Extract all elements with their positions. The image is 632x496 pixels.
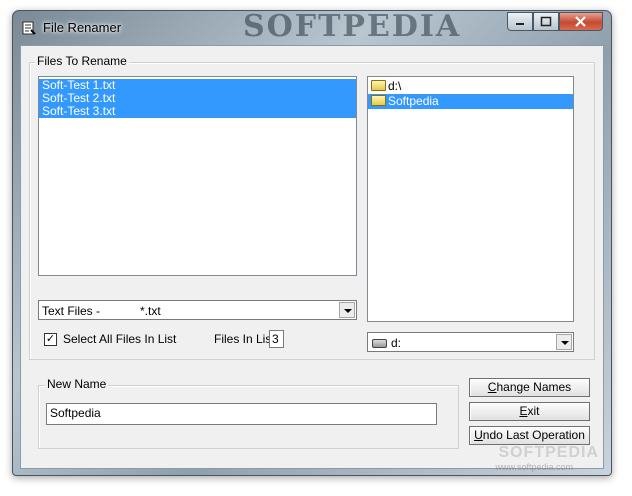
footer-watermark: SOFTPEDIA xyxy=(498,444,599,461)
drive-icon xyxy=(372,339,387,348)
list-item[interactable]: Soft-Test 3.txt xyxy=(39,105,356,118)
select-all-checkbox[interactable]: ✓ xyxy=(44,333,57,346)
maximize-button[interactable] xyxy=(533,12,559,31)
tree-item-label: Softpedia xyxy=(388,94,439,108)
tree-item-label: d:\ xyxy=(388,79,402,93)
chevron-down-icon[interactable] xyxy=(339,302,355,318)
drive-select[interactable]: d: xyxy=(367,332,574,352)
chevron-down-icon[interactable] xyxy=(556,334,572,350)
app-window: File Renamer SOFTPEDIA Files To Rename S… xyxy=(12,9,612,476)
minimize-button[interactable] xyxy=(507,12,533,31)
window-title: File Renamer xyxy=(43,20,122,35)
folder-tree[interactable]: d:\ Softpedia xyxy=(367,76,574,322)
change-names-button[interactable]: Change Names xyxy=(469,378,590,397)
new-name-group-label: New Name xyxy=(45,377,109,391)
close-button[interactable] xyxy=(559,12,603,31)
file-type-filter-select[interactable]: Text Files - *.txt xyxy=(38,300,357,320)
files-in-list-count: 3 xyxy=(269,330,284,348)
exit-button[interactable]: Exit xyxy=(469,402,590,421)
drive-select-value: d: xyxy=(372,336,401,350)
tree-item-softpedia[interactable]: Softpedia xyxy=(368,94,573,109)
folder-open-icon xyxy=(371,95,386,106)
file-listbox[interactable]: Soft-Test 1.txt Soft-Test 2.txt Soft-Tes… xyxy=(38,76,357,276)
new-name-input[interactable]: Softpedia xyxy=(46,403,437,425)
client-area: Files To Rename Soft-Test 1.txt Soft-Tes… xyxy=(20,45,604,472)
files-group-label: Files To Rename xyxy=(35,54,129,68)
maximize-icon xyxy=(540,16,552,27)
tree-item-root[interactable]: d:\ xyxy=(368,79,573,94)
title-watermark: SOFTPEDIA xyxy=(243,9,462,44)
close-icon xyxy=(575,16,586,27)
undo-last-operation-button[interactable]: Undo Last Operation xyxy=(469,426,590,445)
file-type-filter-value: Text Files - *.txt xyxy=(42,304,161,318)
footer-watermark-url: www.softpedia.com xyxy=(495,462,573,472)
app-icon xyxy=(22,21,36,35)
folder-open-icon xyxy=(371,80,386,91)
select-all-label[interactable]: Select All Files In List xyxy=(63,332,176,346)
minimize-icon xyxy=(516,23,524,25)
title-bar[interactable]: File Renamer SOFTPEDIA xyxy=(13,9,611,45)
